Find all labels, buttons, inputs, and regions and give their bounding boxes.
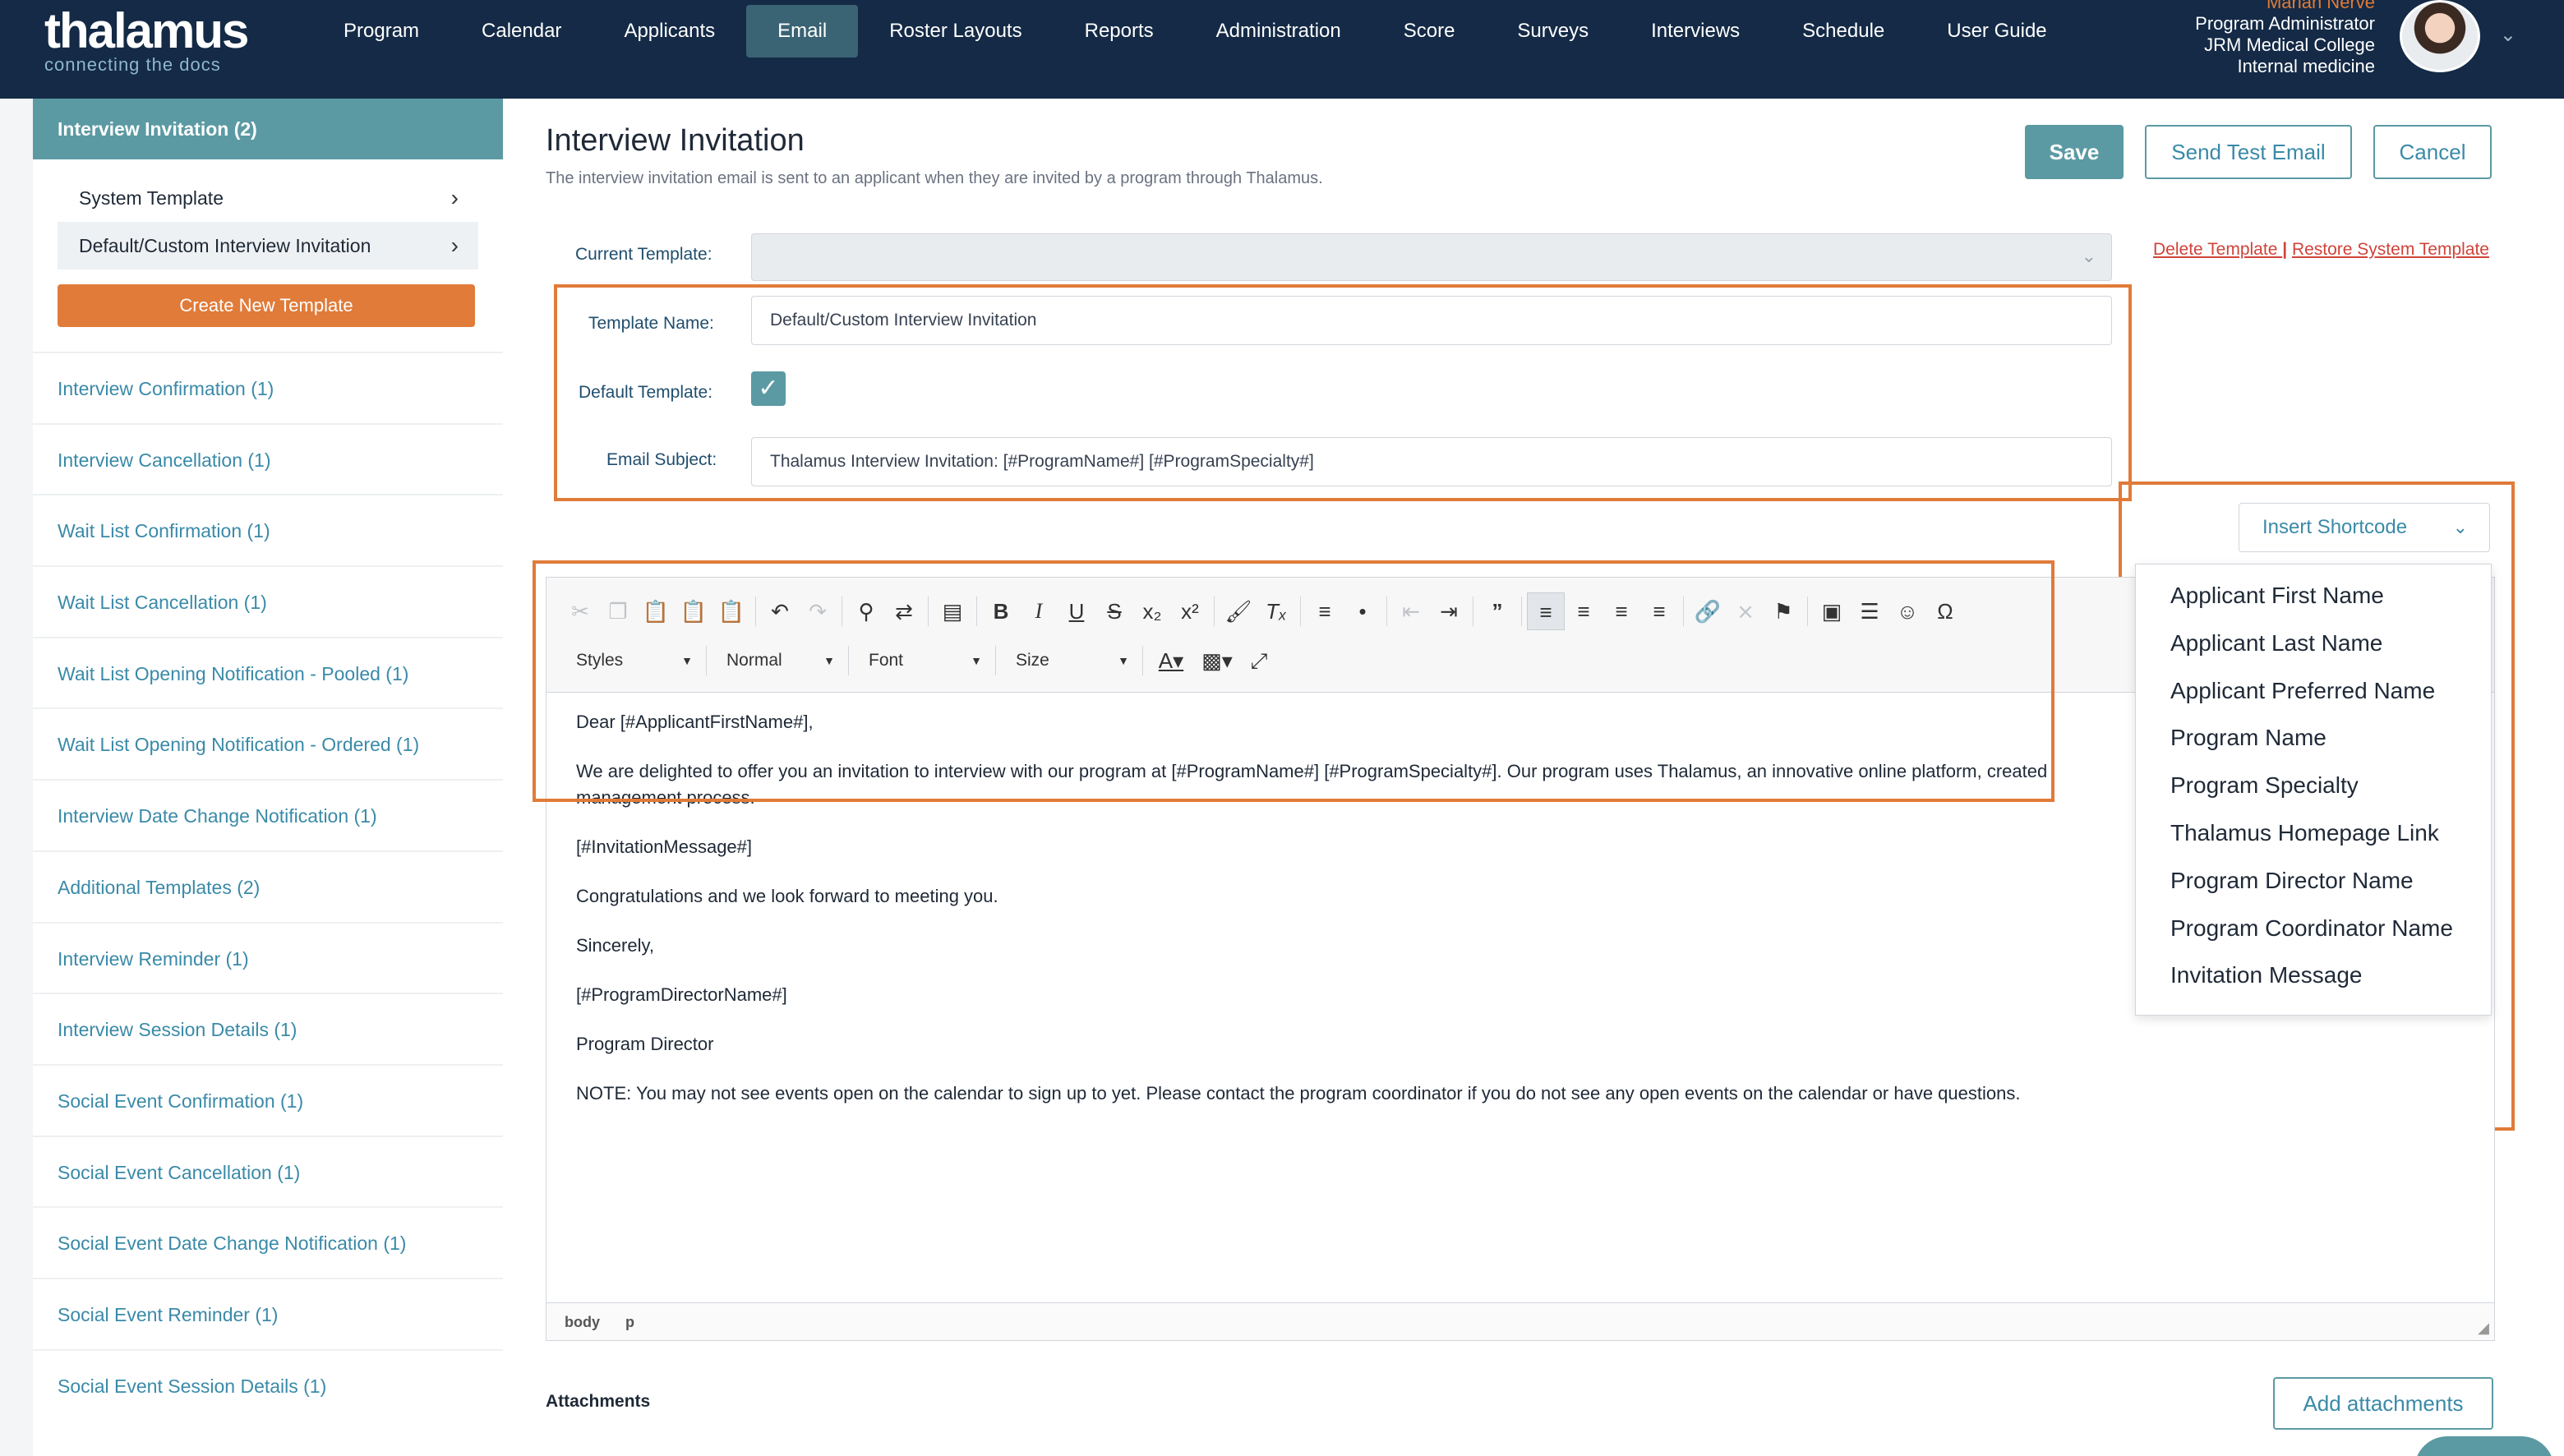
checkmark-icon: ✓ <box>758 375 779 402</box>
main-nav: Program Calendar Applicants Email Roster… <box>312 5 2078 58</box>
nav-applicants[interactable]: Applicants <box>593 5 746 58</box>
email-subject-label: Email Subject: <box>606 450 717 469</box>
default-template-label: Default Template: <box>579 383 713 402</box>
sidebar-item[interactable]: Social Event Reminder (1) <box>33 1277 503 1349</box>
body-line: Program Director <box>576 1034 714 1054</box>
shortcode-item[interactable]: Program Specialty <box>2136 763 2491 810</box>
cancel-button[interactable]: Cancel <box>2373 125 2492 179</box>
sidebar-sub-default-custom[interactable]: Default/Custom Interview Invitation › <box>58 222 478 270</box>
page-title: Interview Invitation <box>546 123 805 158</box>
sidebar-item[interactable]: Wait List Opening Notification - Ordered… <box>33 707 503 779</box>
shortcode-item[interactable]: Applicant Preferred Name <box>2136 668 2491 716</box>
default-template-checkbox[interactable]: ✓ <box>751 371 786 406</box>
shortcode-item[interactable]: Thalamus Homepage Link <box>2136 810 2491 858</box>
sidebar-item[interactable]: Interview Reminder (1) <box>33 921 503 993</box>
shortcode-item[interactable]: Program Name <box>2136 715 2491 763</box>
body-line: NOTE: You may not see events open on the… <box>576 1083 2021 1104</box>
delete-template-link[interactable]: Delete Template <box>2153 240 2282 259</box>
app-root: thalamus connecting the docs Program Cal… <box>0 0 2564 1456</box>
sidebar-item[interactable]: Wait List Cancellation (1) <box>33 565 503 637</box>
restore-system-template-link[interactable]: Restore System Template <box>2292 240 2489 259</box>
page-description: The interview invitation email is sent t… <box>546 169 1323 187</box>
nav-score[interactable]: Score <box>1372 5 1487 58</box>
sidebar-item[interactable]: Interview Confirmation (1) <box>33 352 503 423</box>
email-subject-input[interactable]: Thalamus Interview Invitation: [#Program… <box>751 437 2112 486</box>
template-links: Delete Template | Restore System Templat… <box>2153 240 2564 260</box>
user-role: Program Administrator <box>2195 13 2375 34</box>
sidebar-sub-label: Default/Custom Interview Invitation <box>79 235 371 256</box>
nav-surveys[interactable]: Surveys <box>1486 5 1620 58</box>
avatar[interactable] <box>2400 0 2480 72</box>
shortcode-item[interactable]: Program Coordinator Name <box>2136 905 2491 953</box>
logo-wordmark: thalamus <box>44 3 249 58</box>
user-org: JRM Medical College <box>2204 35 2375 55</box>
body-line: [#ProgramDirectorName#] <box>576 984 787 1005</box>
current-template-label: Current Template: <box>575 245 712 264</box>
body-line: [#InvitationMessage#] <box>576 836 753 857</box>
logo-tagline: connecting the docs <box>44 54 221 75</box>
insert-shortcode-button[interactable]: Insert Shortcode ⌄ <box>2239 503 2490 552</box>
sidebar-header[interactable]: Interview Invitation (2) <box>33 99 503 159</box>
editor-status-bar: body p <box>546 1302 2494 1340</box>
insert-shortcode-label: Insert Shortcode <box>2262 516 2408 538</box>
nav-schedule[interactable]: Schedule <box>1771 5 1916 58</box>
save-button[interactable]: Save <box>2025 125 2124 179</box>
body-line: Sincerely, <box>576 935 654 956</box>
link-separator: | <box>2282 240 2288 259</box>
chevron-down-icon: ⌄ <box>2081 246 2096 266</box>
nav-program[interactable]: Program <box>312 5 450 58</box>
sidebar-item[interactable]: Social Event Cancellation (1) <box>33 1135 503 1207</box>
thalamus-logo[interactable]: thalamus connecting the docs <box>44 3 249 76</box>
nav-reports[interactable]: Reports <box>1054 5 1185 58</box>
sidebar-item[interactable]: Wait List Opening Notification - Pooled … <box>33 636 503 708</box>
body-line: Congratulations and we look forward to m… <box>576 886 998 906</box>
chevron-down-icon[interactable]: ⌄ <box>2500 23 2516 47</box>
path-body[interactable]: body <box>565 1314 600 1330</box>
sidebar-item[interactable]: Additional Templates (2) <box>33 850 503 922</box>
shortcode-item[interactable]: Applicant First Name <box>2136 573 2491 620</box>
sidebar-item[interactable]: Interview Session Details (1) <box>33 993 503 1064</box>
sidebar-item[interactable]: Social Event Confirmation (1) <box>33 1063 503 1136</box>
template-name-input[interactable]: Default/Custom Interview Invitation <box>751 296 2112 345</box>
user-dept: Internal medicine <box>2237 56 2375 76</box>
sidebar-sub-label: System Template <box>79 187 224 209</box>
nav-user-guide[interactable]: User Guide <box>1916 5 2077 58</box>
send-test-email-button[interactable]: Send Test Email <box>2145 125 2352 179</box>
sidebar-item[interactable]: Interview Date Change Notification (1) <box>33 779 503 850</box>
sidebar-item[interactable]: Social Event Session Details (1) <box>33 1348 503 1421</box>
nav-email[interactable]: Email <box>746 5 859 58</box>
sidebar-item[interactable]: Wait List Confirmation (1) <box>33 494 503 565</box>
nav-roster-layouts[interactable]: Roster Layouts <box>858 5 1053 58</box>
shortcode-item[interactable]: Invitation Message <box>2136 952 2491 1000</box>
path-p[interactable]: p <box>625 1314 634 1330</box>
attachments-label: Attachments <box>546 1392 651 1411</box>
nav-administration[interactable]: Administration <box>1185 5 1372 58</box>
sidebar: Interview Invitation (2) System Template… <box>33 99 503 1456</box>
add-attachments-button[interactable]: Add attachments <box>2273 1377 2493 1430</box>
main-panel: Interview Invitation The interview invit… <box>503 99 2564 1456</box>
top-navbar: thalamus connecting the docs Program Cal… <box>0 0 2564 99</box>
help-chat-button[interactable] <box>2414 1436 2554 1456</box>
chevron-right-icon: › <box>450 233 459 258</box>
sidebar-item[interactable]: Social Event Date Change Notification (1… <box>33 1206 503 1278</box>
user-name: Mariah Nerve <box>2266 0 2375 12</box>
nav-calendar[interactable]: Calendar <box>450 5 593 58</box>
user-info: Mariah Nerve Program Administrator JRM M… <box>2195 0 2375 77</box>
current-template-select[interactable]: ⌄ <box>751 233 2112 281</box>
sidebar-item[interactable]: Interview Cancellation (1) <box>33 422 503 495</box>
template-name-label: Template Name: <box>588 314 714 333</box>
resize-handle-icon[interactable]: ◢ <box>2478 1320 2489 1337</box>
create-new-template-button[interactable]: Create New Template <box>58 284 475 327</box>
sidebar-template-list: Interview Confirmation (1) Interview Can… <box>33 352 503 1420</box>
sidebar-sub-system-template[interactable]: System Template › <box>58 174 478 222</box>
highlight-toolbar <box>533 560 2054 802</box>
shortcode-dropdown: Applicant First Name Applicant Last Name… <box>2135 564 2492 1016</box>
shortcode-item[interactable]: Applicant Last Name <box>2136 620 2491 668</box>
nav-interviews[interactable]: Interviews <box>1620 5 1771 58</box>
chevron-right-icon: › <box>450 185 459 210</box>
chevron-down-icon: ⌄ <box>2452 517 2468 537</box>
shortcode-item[interactable]: Program Director Name <box>2136 858 2491 905</box>
